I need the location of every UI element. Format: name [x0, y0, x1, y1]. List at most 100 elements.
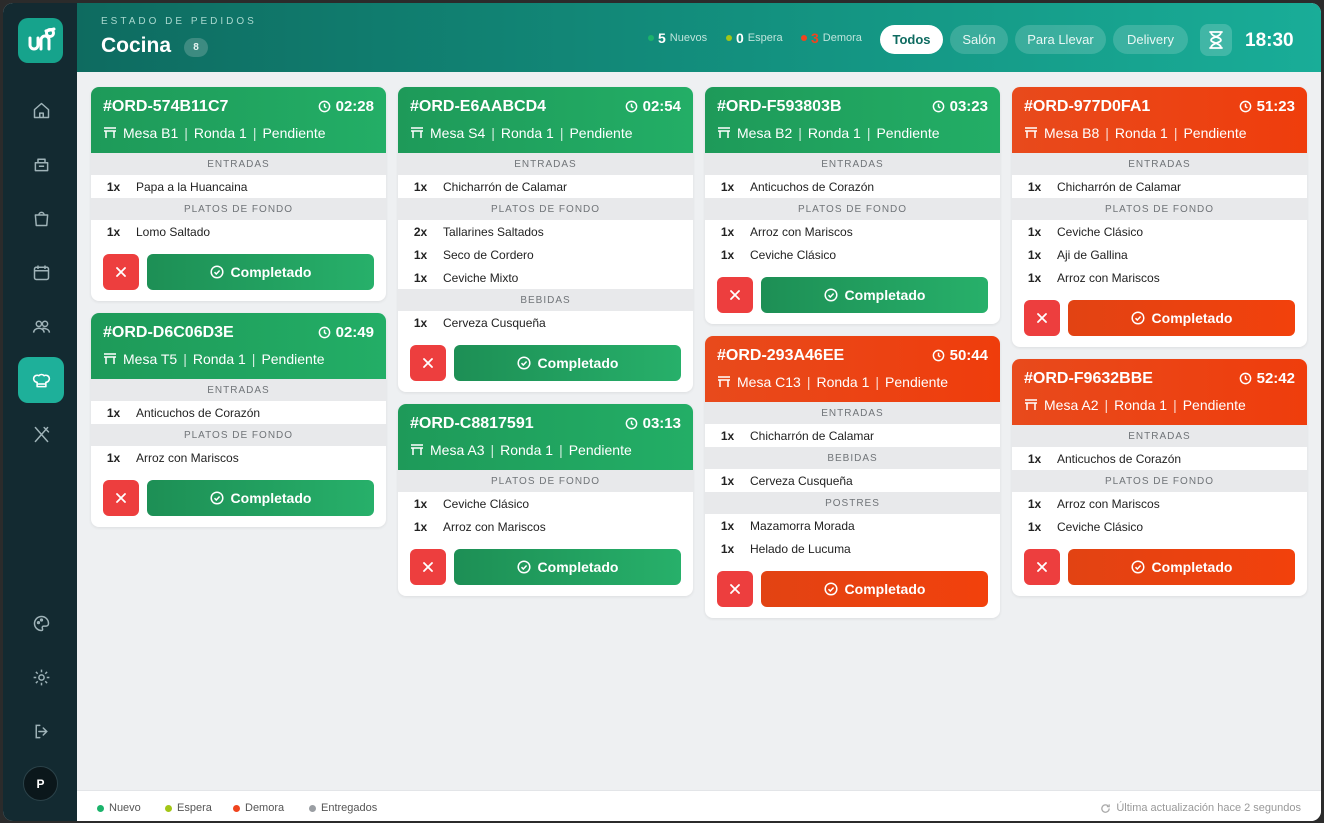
cancel-button[interactable]	[1024, 300, 1060, 336]
nav-bag[interactable]	[18, 195, 64, 241]
cancel-button[interactable]	[717, 571, 753, 607]
list-item: 1x Ceviche Clásico	[705, 243, 1000, 266]
order-time: 03:23	[949, 98, 988, 115]
cancel-button[interactable]	[1024, 549, 1060, 585]
item-qty: 1x	[1027, 451, 1042, 466]
nav-logout[interactable]	[18, 708, 64, 754]
logout-icon	[35, 724, 48, 738]
complete-label: Completado	[230, 264, 312, 280]
stat-demora: 3 Demora	[801, 30, 862, 46]
list-item: 1x Ceviche Clásico	[398, 492, 693, 515]
separator: |	[1173, 125, 1178, 141]
complete-button[interactable]: Completado	[454, 549, 681, 585]
order-actions: Completado	[91, 469, 386, 527]
section-header: PLATOS DE FONDO	[398, 198, 693, 220]
complete-button[interactable]: Completado	[1068, 549, 1295, 585]
filter-todos[interactable]: Todos	[880, 25, 943, 54]
avatar[interactable]: P	[23, 766, 58, 801]
list-item: 1x Anticuchos de Corazón	[91, 401, 386, 424]
complete-button[interactable]: Completado	[147, 480, 374, 516]
item-qty: 1x	[720, 247, 735, 262]
close-icon	[1037, 562, 1047, 572]
section-header: ENTRADAS	[705, 153, 1000, 175]
list-item: 1x Papa a la Huancaina	[91, 175, 386, 198]
item-name: Ceviche Mixto	[443, 270, 519, 285]
list-item: 1x Arroz con Mariscos	[1012, 266, 1307, 289]
order-actions: Completado	[705, 266, 1000, 324]
order-card: #ORD-E6AABCD4 02:54 Mesa S4 | Ronda 1 | Pendie…	[398, 87, 693, 392]
item-name: Tallarines Saltados	[443, 224, 544, 239]
order-meta: Mesa T5 | Ronda 1 | Pendiente	[103, 351, 325, 367]
legend-espera: Espera	[165, 802, 212, 814]
list-item: 1x Anticuchos de Corazón	[1012, 447, 1307, 470]
order-table: Mesa S4	[430, 125, 486, 141]
status-dot	[648, 35, 654, 41]
cancel-button[interactable]	[103, 254, 139, 290]
delivery-box-icon	[34, 158, 48, 171]
complete-button[interactable]: Completado	[454, 345, 681, 381]
cancel-button[interactable]	[410, 549, 446, 585]
item-name: Mazamorra Morada	[750, 518, 855, 533]
status-dot	[801, 35, 807, 41]
item-name: Arroz con Mariscos	[1057, 496, 1160, 511]
order-round: Ronda 1	[193, 125, 247, 141]
filter-delivery[interactable]: Delivery	[1113, 25, 1188, 54]
item-name: Chicharrón de Calamar	[443, 179, 568, 194]
close-icon	[730, 584, 740, 594]
section-header: PLATOS DE FONDO	[91, 424, 386, 446]
nav-delivery[interactable]	[18, 141, 64, 187]
item-qty: 1x	[106, 405, 121, 420]
order-table: Mesa B2	[737, 125, 793, 141]
order-time: 02:28	[335, 98, 374, 115]
order-status: Pendiente	[568, 442, 632, 458]
table-icon	[1025, 399, 1037, 410]
complete-button[interactable]: Completado	[1068, 300, 1295, 336]
item-qty: 1x	[106, 450, 121, 465]
logo-icon[interactable]	[18, 18, 63, 63]
filter-para-llevar[interactable]: Para Llevar	[1015, 25, 1106, 54]
nav-utensils[interactable]	[18, 411, 64, 457]
section-header: ENTRADAS	[91, 379, 386, 401]
close-icon	[423, 562, 433, 572]
cancel-button[interactable]	[717, 277, 753, 313]
complete-label: Completado	[844, 581, 926, 597]
clock-icon	[625, 417, 637, 430]
legend-dot	[309, 804, 316, 812]
clock-icon	[318, 326, 330, 339]
item-name: Anticuchos de Corazón	[750, 179, 875, 194]
nav-kitchen[interactable]	[18, 357, 64, 403]
nav-palette[interactable]	[18, 600, 64, 646]
list-item: 1x Chicharrón de Calamar	[398, 175, 693, 198]
order-round: Ronda 1	[1114, 125, 1168, 141]
nav-calendar[interactable]	[18, 249, 64, 295]
separator: |	[806, 374, 811, 390]
order-meta: Mesa A3 | Ronda 1 | Pendiente	[410, 442, 632, 458]
order-status: Pendiente	[1183, 125, 1247, 141]
item-name: Cerveza Cusqueña	[750, 473, 853, 488]
cancel-button[interactable]	[103, 480, 139, 516]
list-item: 1x Anticuchos de Corazón	[705, 175, 1000, 198]
order-meta: Mesa B8 | Ronda 1 | Pendiente	[1024, 125, 1247, 141]
cancel-button[interactable]	[410, 345, 446, 381]
list-item: 1x Arroz con Mariscos	[1012, 492, 1307, 515]
order-table: Mesa A3	[430, 442, 485, 458]
order-id: #ORD-574B11C7	[103, 98, 229, 115]
complete-button[interactable]: Completado	[761, 571, 988, 607]
item-qty: 1x	[1027, 224, 1042, 239]
nav-users[interactable]	[18, 303, 64, 349]
list-item: 1x Arroz con Mariscos	[91, 446, 386, 469]
filter-salon[interactable]: Salón	[950, 25, 1008, 54]
complete-button[interactable]: Completado	[147, 254, 374, 290]
order-actions: Completado	[398, 334, 693, 392]
separator: |	[491, 125, 495, 141]
item-qty: 1x	[720, 473, 735, 488]
complete-button[interactable]: Completado	[761, 277, 988, 313]
check-circle-icon	[1130, 311, 1145, 325]
order-table: Mesa B1	[123, 125, 179, 141]
hourglass-icon[interactable]	[1200, 24, 1232, 56]
refresh-icon	[1101, 803, 1111, 813]
nav-settings[interactable]	[18, 654, 64, 700]
order-card-header: #ORD-977D0FA1 51:23 Mesa B8 | Ronda 1 | Pendie…	[1012, 87, 1307, 153]
clock-icon	[318, 100, 330, 113]
nav-home[interactable]	[18, 87, 64, 133]
